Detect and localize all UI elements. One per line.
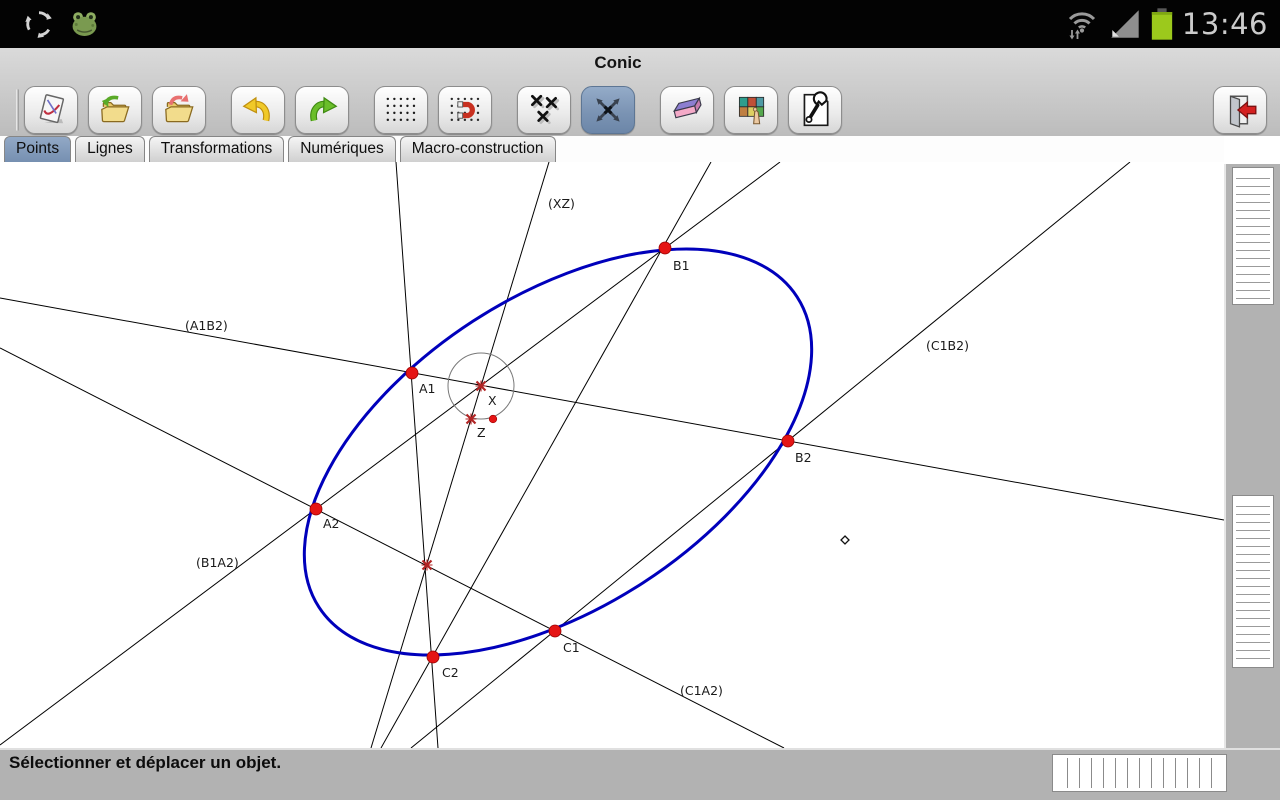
redo-arrow-icon: [303, 91, 341, 129]
point-C1[interactable]: [549, 625, 561, 637]
tab-lignes[interactable]: Lignes: [75, 136, 145, 162]
line-label-XZ: (XZ): [548, 196, 575, 211]
move-tool-button[interactable]: [581, 86, 635, 134]
vertical-scrollbar-thumb[interactable]: [1232, 167, 1274, 305]
eraser-tool-button[interactable]: [660, 86, 714, 134]
geometry-canvas[interactable]: (XZ) (B1A2) (A1B2) (C1B2) (C1A2) B1 A1 B2 A2 C1 C2…: [0, 162, 1224, 748]
diamond-marker[interactable]: [841, 536, 849, 544]
new-document-button[interactable]: [24, 86, 78, 134]
show-grid-button[interactable]: [374, 86, 428, 134]
undo-arrow-icon: [239, 91, 277, 129]
line-A1B2[interactable]: [0, 298, 1224, 520]
app-chrome: Conic: [0, 48, 1280, 136]
point-Z[interactable]: [466, 414, 477, 425]
save-file-button[interactable]: [152, 86, 206, 134]
tab-macro-construction[interactable]: Macro-construction: [400, 136, 556, 162]
appearance-button[interactable]: [724, 86, 778, 134]
status-time: 13:46: [1182, 7, 1268, 41]
point-marker[interactable]: [489, 415, 497, 423]
vertical-scrollbar-track[interactable]: [1224, 164, 1280, 748]
frog-icon: [68, 8, 101, 41]
signal-strength-icon: [1109, 8, 1142, 41]
recycle-icon: [22, 7, 56, 41]
status-bar: Sélectionner et déplacer un objet.: [0, 748, 1280, 800]
magnet-grid-button[interactable]: [438, 86, 492, 134]
construction-drawing[interactable]: (XZ) (B1A2) (A1B2) (C1B2) (C1A2) B1 A1 B2 A2 C1 C2…: [0, 162, 1224, 748]
tab-points[interactable]: Points: [4, 136, 71, 162]
color-palette-icon: [732, 91, 770, 129]
grid-dots-icon: [382, 91, 420, 129]
horizontal-scrollbar[interactable]: [1052, 754, 1227, 792]
point-label-C1: C1: [563, 640, 580, 655]
android-status-bar: 13:46: [0, 0, 1280, 48]
point-label-B2: B2: [795, 450, 812, 465]
point-B1[interactable]: [659, 242, 671, 254]
magnet-grid-icon: [446, 91, 484, 129]
eraser-icon: [668, 91, 706, 129]
conic-ellipse[interactable]: [234, 166, 882, 738]
open-file-button[interactable]: [88, 86, 142, 134]
point-X[interactable]: [476, 381, 487, 392]
notification-icons: [12, 7, 101, 41]
toolbar-drag-handle[interactable]: [16, 89, 19, 131]
point-C2[interactable]: [427, 651, 439, 663]
point-label-X: X: [488, 393, 497, 408]
point-B2[interactable]: [782, 435, 794, 447]
point-label-C2: C2: [442, 665, 459, 680]
line-C1B2[interactable]: [411, 162, 1130, 748]
point-label-Z: Z: [477, 425, 486, 440]
title-row: Conic: [0, 48, 1280, 83]
move-arrows-icon: [589, 91, 627, 129]
open-folder-icon: [96, 91, 134, 129]
settings-button[interactable]: [788, 86, 842, 134]
wifi-icon: [1063, 6, 1101, 42]
point-A2[interactable]: [310, 503, 322, 515]
window-title: Conic: [594, 53, 641, 73]
scrollbar-hatch: [1056, 758, 1223, 788]
tab-bar: PointsLignesTransformationsNumériquesMac…: [0, 136, 1224, 162]
tab-transformations[interactable]: Transformations: [149, 136, 284, 162]
system-status-icons: 13:46: [1063, 6, 1268, 42]
line-C1A2[interactable]: [0, 348, 784, 748]
point-tool-button[interactable]: [517, 86, 571, 134]
tab-num-riques[interactable]: Numériques: [288, 136, 396, 162]
wrench-icon: [796, 91, 834, 129]
point-label-A2: A2: [323, 516, 340, 531]
line-label-C1B2: (C1B2): [926, 338, 969, 353]
point-A1[interactable]: [406, 367, 418, 379]
exit-door-icon: [1221, 91, 1259, 129]
toolbar: [0, 83, 1280, 136]
points-icon: [525, 91, 563, 129]
line-label-A1B2: (A1B2): [185, 318, 228, 333]
scrollbar-hatch: [1236, 171, 1270, 301]
exit-button[interactable]: [1213, 86, 1267, 134]
point-marker[interactable]: [422, 560, 433, 571]
redo-button[interactable]: [295, 86, 349, 134]
undo-button[interactable]: [231, 86, 285, 134]
scrollbar-hatch: [1236, 499, 1270, 664]
point-label-A1: A1: [419, 381, 436, 396]
battery-icon: [1150, 7, 1174, 41]
status-message: Sélectionner et déplacer un objet.: [9, 753, 281, 773]
new-document-icon: [32, 91, 70, 129]
vertical-scrollbar-thumb[interactable]: [1232, 495, 1274, 668]
line-label-C1A2: (C1A2): [680, 683, 723, 698]
point-label-B1: B1: [673, 258, 690, 273]
save-folder-icon: [160, 91, 198, 129]
screen: 13:46 Conic PointsLignesTransformationsN…: [0, 0, 1280, 800]
line-label-B1A2: (B1A2): [196, 555, 239, 570]
line-XZ[interactable]: [371, 162, 549, 748]
